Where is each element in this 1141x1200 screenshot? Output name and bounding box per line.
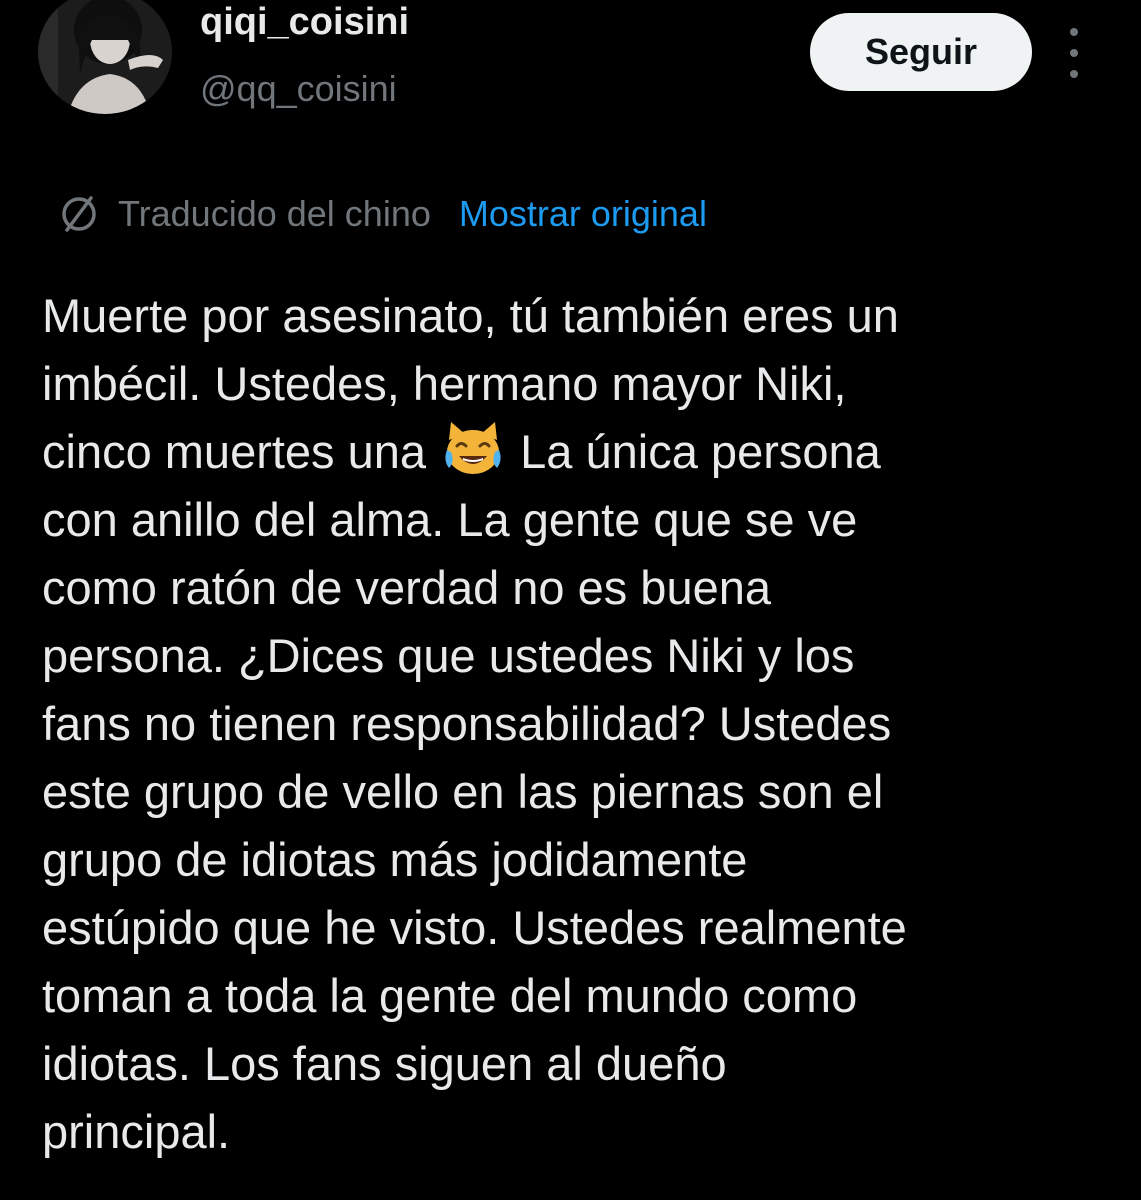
tweet-line: fans no tienen responsabilidad? Ustedes: [42, 697, 892, 750]
tweet-line-segment: La única persona: [520, 425, 881, 478]
translated-label: Traducido del chino: [118, 193, 431, 234]
more-options-button[interactable]: [1056, 28, 1092, 78]
tweet-line: con anillo del alma. La gente que se ve: [42, 493, 858, 546]
user-avatar-photo: [38, 0, 172, 114]
tweet-line: imbécil. Ustedes, hermano mayor Niki,: [42, 357, 847, 410]
more-vertical-icon: [1070, 70, 1078, 78]
tweet-line: toman a toda la gente del mundo como: [42, 969, 858, 1022]
more-vertical-icon: [1070, 28, 1078, 36]
translate-icon: [58, 193, 100, 235]
more-vertical-icon: [1070, 49, 1078, 57]
tweet-line-segment: cinco muertes una: [42, 425, 427, 478]
tweet-line: como ratón de verdad no es buena: [42, 561, 772, 614]
user-handle[interactable]: @qq_coisini: [200, 66, 397, 112]
tweet-text: Muerte por asesinato, tú también eres un…: [42, 282, 1112, 1166]
tweet-line: cinco muertes una La única persona: [42, 418, 1112, 486]
tweet-line: estúpido que he visto. Ustedes realmente: [42, 901, 907, 954]
show-original-link[interactable]: Mostrar original: [459, 193, 707, 235]
avatar[interactable]: [38, 0, 172, 114]
tweet-line: principal.: [42, 1105, 231, 1158]
tweet-line: este grupo de vello en las piernas son e…: [42, 765, 884, 818]
translation-bar: Traducido del chino Mostrar original: [58, 190, 707, 238]
cat-with-tears-of-joy-icon: [441, 420, 505, 476]
tweet-line: persona. ¿Dices que ustedes Niki y los: [42, 629, 855, 682]
display-name[interactable]: qiqi_coisini: [200, 0, 409, 46]
follow-button[interactable]: Seguir: [810, 13, 1032, 91]
tweet-line: grupo de idiotas más jodidamente: [42, 833, 748, 886]
tweet-line: Muerte por asesinato, tú también eres un: [42, 289, 899, 342]
tweet-line: idiotas. Los fans siguen al dueño: [42, 1037, 727, 1090]
